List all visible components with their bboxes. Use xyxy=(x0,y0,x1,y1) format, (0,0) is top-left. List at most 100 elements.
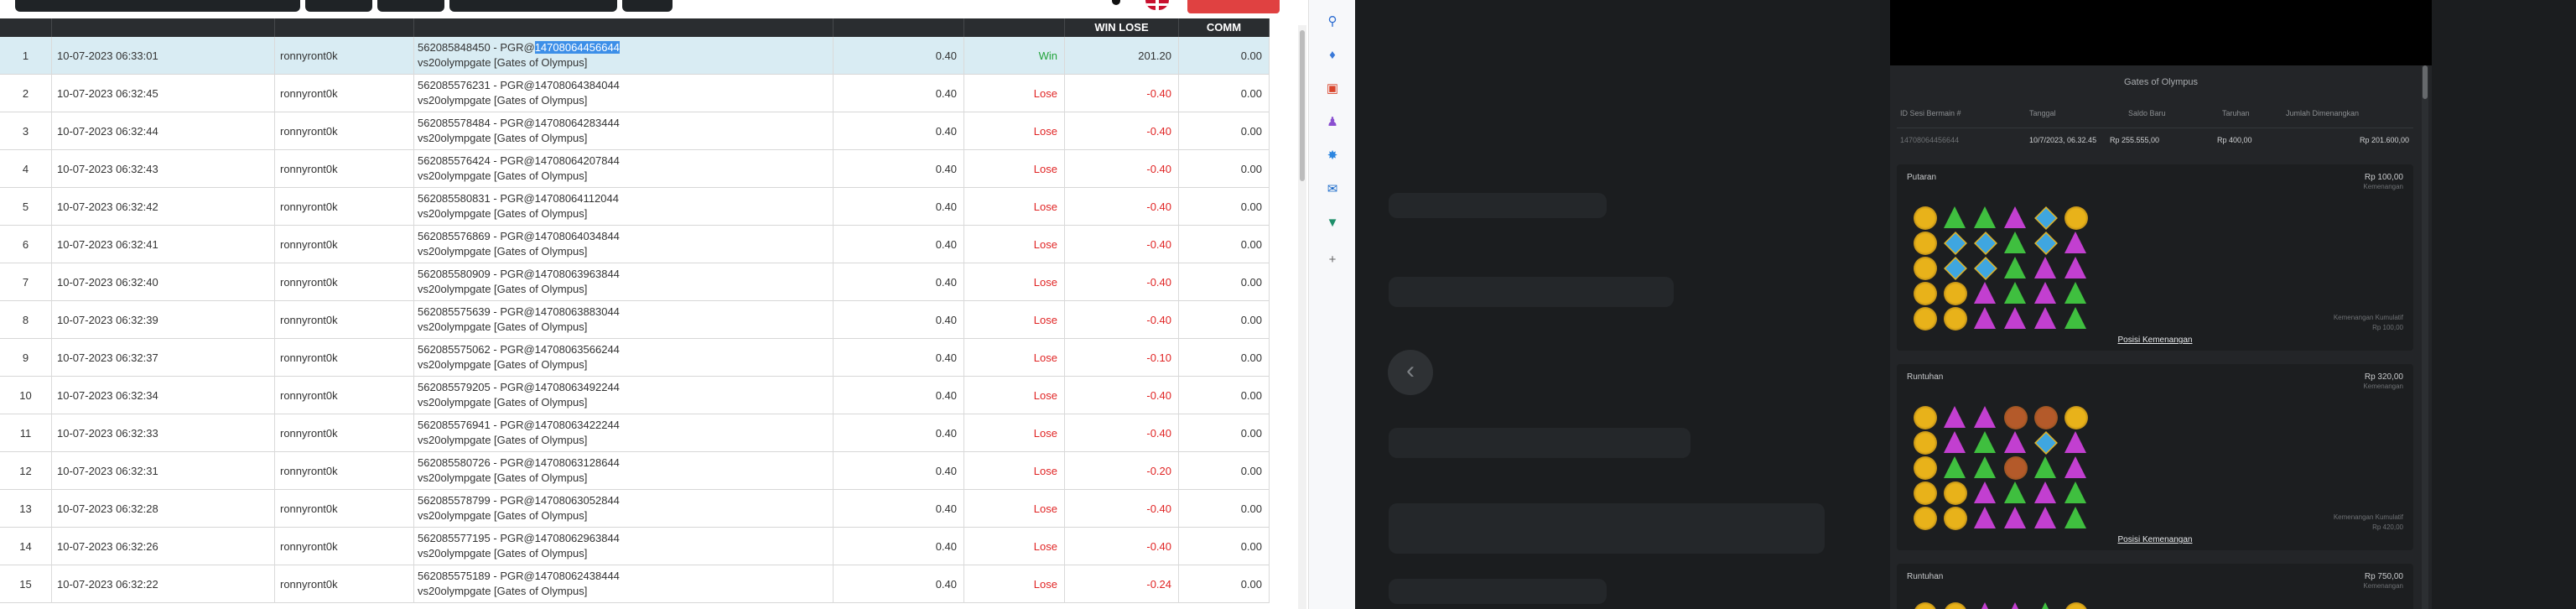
desc-prefix: 562085580726 - PGR@14708063128644 xyxy=(418,456,620,469)
cell-bet: 0.40 xyxy=(834,112,964,150)
green-gem-symbol xyxy=(2064,507,2086,528)
bg-item xyxy=(1389,277,1674,307)
popup-scrollbar[interactable] xyxy=(2422,65,2428,609)
notification-dot-icon[interactable] xyxy=(1112,0,1120,5)
purple-gem-symbol xyxy=(1974,481,1996,503)
cell-bet: 0.40 xyxy=(834,301,964,339)
header-win-lose: WIN LOSE xyxy=(1065,18,1179,37)
desc-prefix: 562085577195 - PGR@14708062963844 xyxy=(418,532,620,544)
cell-user: ronnyront0k xyxy=(275,490,414,528)
copilot-icon[interactable]: ✸ xyxy=(1324,148,1341,164)
section-foot-value: Rp 420,00 xyxy=(2372,523,2403,531)
ring-symbol xyxy=(2004,406,2028,429)
cell-comm: 0.00 xyxy=(1179,188,1270,226)
purple-gem-symbol xyxy=(2034,282,2056,304)
scrollbar-thumb[interactable] xyxy=(1300,30,1305,181)
table-row[interactable]: 13 10-07-2023 06:32:28 ronnyront0k 56208… xyxy=(0,490,1270,528)
cell-description[interactable]: 562085575189 - PGR@14708062438444 vs20oly… xyxy=(414,565,834,603)
win-position-link[interactable]: Posisi Kemenangan xyxy=(1897,336,2413,345)
toolbar-pill-5[interactable] xyxy=(622,0,673,12)
table-row[interactable]: 11 10-07-2023 06:32:33 ronnyront0k 56208… xyxy=(0,414,1270,452)
table-row[interactable]: 1 10-07-2023 06:33:01 ronnyront0k 562085… xyxy=(0,37,1270,75)
desc-prefix: 562085579205 - PGR@14708063492244 xyxy=(418,381,620,393)
cell-no: 1 xyxy=(0,37,52,75)
tag-icon[interactable]: ♦ xyxy=(1324,47,1341,64)
cell-description[interactable]: 562085578484 - PGR@14708064283444 vs20oly… xyxy=(414,112,834,150)
cell-description[interactable]: 562085577195 - PGR@14708062963844 vs20oly… xyxy=(414,528,834,565)
cell-description[interactable]: 562085576869 - PGR@14708064034844 vs20oly… xyxy=(414,226,834,263)
back-chevron-icon[interactable]: ‹ xyxy=(1388,350,1433,395)
blue-gem-symbol xyxy=(2034,431,2058,455)
cell-no: 14 xyxy=(0,528,52,565)
cell-comm: 0.00 xyxy=(1179,490,1270,528)
table-row[interactable]: 15 10-07-2023 06:32:22 ronnyront0k 56208… xyxy=(0,565,1270,603)
cell-comm: 0.00 xyxy=(1179,565,1270,603)
toolbar-pill-2[interactable] xyxy=(305,0,372,12)
cart-icon[interactable]: ▼ xyxy=(1324,215,1341,232)
cell-no: 12 xyxy=(0,452,52,490)
table-row[interactable]: 7 10-07-2023 06:32:40 ronnyront0k 562085… xyxy=(0,263,1270,301)
table-scrollbar[interactable] xyxy=(1298,25,1306,609)
cell-description[interactable]: 562085580909 - PGR@14708063963844 vs20oly… xyxy=(414,263,834,301)
header-no xyxy=(0,18,52,37)
logout-button[interactable] xyxy=(1187,0,1280,13)
outlook-icon[interactable]: ✉ xyxy=(1324,181,1341,198)
table-row[interactable]: 9 10-07-2023 06:32:37 ronnyront0k 562085… xyxy=(0,339,1270,377)
section-amount: Rp 320,00 xyxy=(2364,372,2403,382)
table-row[interactable]: 5 10-07-2023 06:32:42 ronnyront0k 562085… xyxy=(0,188,1270,226)
cell-description[interactable]: 562085576941 - PGR@14708063422244 vs20oly… xyxy=(414,414,834,452)
purple-gem-symbol xyxy=(2034,257,2056,278)
green-gem-symbol xyxy=(2034,602,2056,609)
cell-description[interactable]: 562085580831 - PGR@14708064112044 vs20oly… xyxy=(414,188,834,226)
toolbar-pill-4[interactable] xyxy=(449,0,617,12)
cell-no: 6 xyxy=(0,226,52,263)
cell-user: ronnyront0k xyxy=(275,339,414,377)
purple-gem-symbol xyxy=(2004,206,2026,228)
cell-date: 10-07-2023 06:32:22 xyxy=(52,565,275,603)
crown-symbol xyxy=(1914,481,1937,505)
cell-result: Lose xyxy=(964,565,1065,603)
cell-description[interactable]: 562085580726 - PGR@14708063128644 vs20oly… xyxy=(414,452,834,490)
val-bet: Rp 400,00 xyxy=(2217,136,2252,144)
purple-gem-symbol xyxy=(2004,431,2026,453)
cell-description[interactable]: 562085575639 - PGR@14708063883044 vs20oly… xyxy=(414,301,834,339)
desc-prefix: 562085575062 - PGR@14708063566244 xyxy=(418,343,620,356)
cell-description[interactable]: 562085576231 - PGR@14708064384044 vs20oly… xyxy=(414,75,834,112)
cell-description[interactable]: 562085576424 - PGR@14708064207844 vs20oly… xyxy=(414,150,834,188)
table-row[interactable]: 2 10-07-2023 06:32:45 ronnyront0k 562085… xyxy=(0,75,1270,112)
people-icon[interactable]: ♟ xyxy=(1324,114,1341,131)
table-row[interactable]: 3 10-07-2023 06:32:44 ronnyront0k 562085… xyxy=(0,112,1270,150)
table-row[interactable]: 6 10-07-2023 06:32:41 ronnyront0k 562085… xyxy=(0,226,1270,263)
bg-item xyxy=(1389,579,1607,604)
desc-game: vs20olympgate [Gates of Olympus] xyxy=(418,245,588,258)
table-row[interactable]: 10 10-07-2023 06:32:34 ronnyront0k 56208… xyxy=(0,377,1270,414)
section-foot-label: Kemenangan Kumulatif xyxy=(2333,513,2403,521)
section-sub: Kemenangan xyxy=(2363,582,2403,590)
desc-game: vs20olympgate [Gates of Olympus] xyxy=(418,207,588,220)
cell-win-lose: -0.20 xyxy=(1065,452,1179,490)
cell-date: 10-07-2023 06:32:33 xyxy=(52,414,275,452)
table-row[interactable]: 14 10-07-2023 06:32:26 ronnyront0k 56208… xyxy=(0,528,1270,565)
add-icon[interactable]: + xyxy=(1324,252,1341,268)
header-bet xyxy=(834,18,964,37)
toolbox-icon[interactable]: ▣ xyxy=(1324,81,1341,97)
toolbar-pill-main[interactable] xyxy=(15,0,300,12)
cell-user: ronnyront0k xyxy=(275,188,414,226)
bg-item xyxy=(1389,193,1607,218)
search-icon[interactable]: ⚲ xyxy=(1324,13,1341,30)
cell-comm: 0.00 xyxy=(1179,112,1270,150)
table-row[interactable]: 4 10-07-2023 06:32:43 ronnyront0k 562085… xyxy=(0,150,1270,188)
toolbar-pill-3[interactable] xyxy=(377,0,444,12)
cell-description[interactable]: 562085848450 - PGR@14708064456644 vs20oly… xyxy=(414,37,834,75)
cell-description[interactable]: 562085579205 - PGR@14708063492244 vs20oly… xyxy=(414,377,834,414)
cell-description[interactable]: 562085578799 - PGR@14708063052844 vs20oly… xyxy=(414,490,834,528)
table-row[interactable]: 12 10-07-2023 06:32:31 ronnyront0k 56208… xyxy=(0,452,1270,490)
cell-description[interactable]: 562085575062 - PGR@14708063566244 vs20oly… xyxy=(414,339,834,377)
uk-flag-icon[interactable] xyxy=(1145,0,1169,10)
cell-user: ronnyront0k xyxy=(275,528,414,565)
desc-selected-text[interactable]: 14708064456644 xyxy=(534,41,620,54)
table-row[interactable]: 8 10-07-2023 06:32:39 ronnyront0k 562085… xyxy=(0,301,1270,339)
ring-symbol xyxy=(2034,406,2058,429)
win-position-link[interactable]: Posisi Kemenangan xyxy=(1897,535,2413,544)
popup-scrollbar-thumb[interactable] xyxy=(2423,65,2428,99)
